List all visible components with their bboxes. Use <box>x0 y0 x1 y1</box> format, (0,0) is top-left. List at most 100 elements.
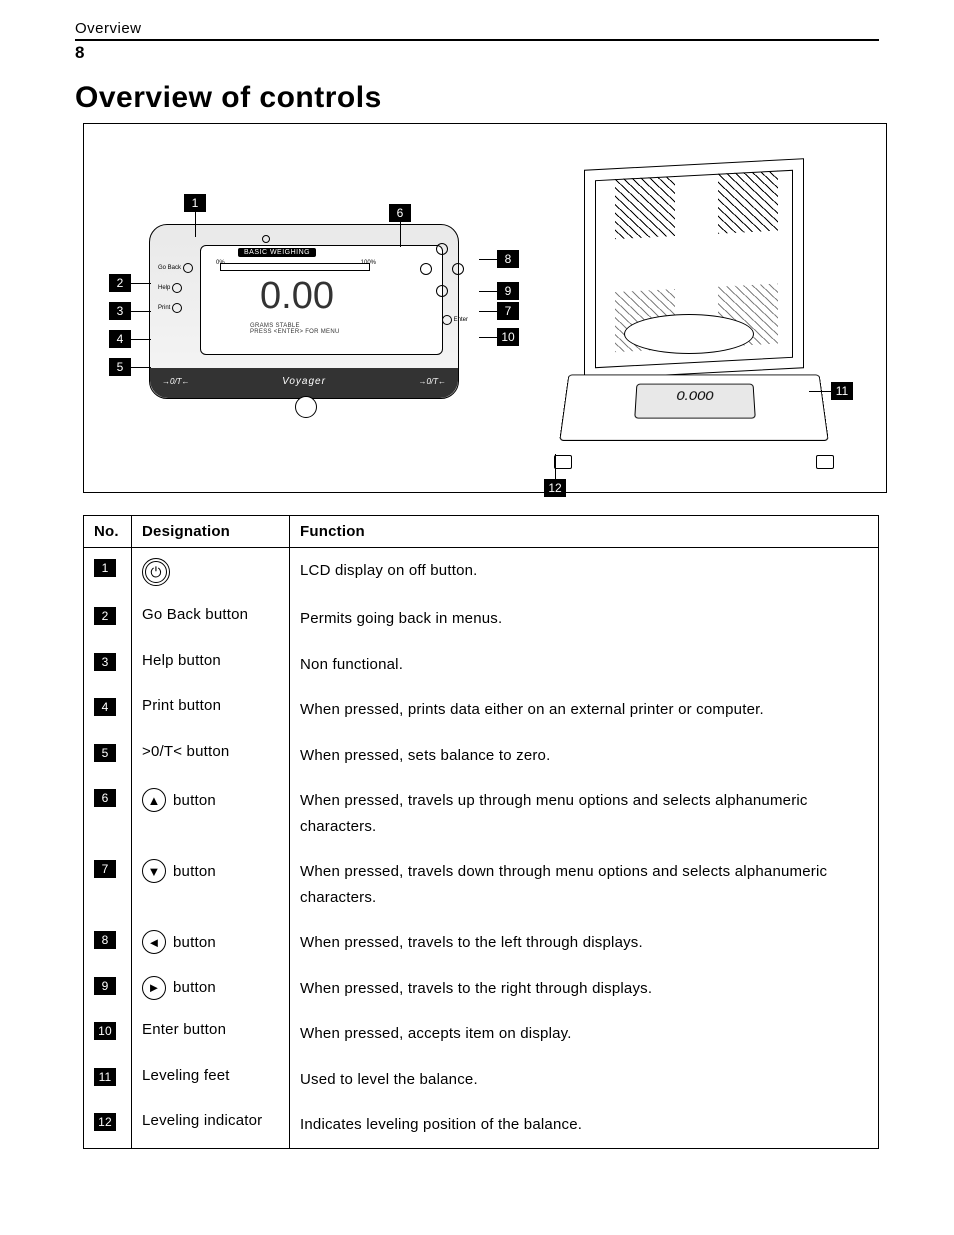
row-no-cell: 9 <box>84 966 132 1012</box>
table-row: 2 Go Back buttonPermits going back in me… <box>84 596 879 642</box>
leader-line <box>131 367 151 368</box>
callout-badge: 7 <box>497 302 519 320</box>
table-header-row: No. Designation Function <box>84 516 879 548</box>
table-row: 1⏻ LCD display on off button. <box>84 548 879 597</box>
row-no-cell: 11 <box>84 1057 132 1103</box>
row-no-cell: 1 <box>84 548 132 597</box>
up-arrow-icon <box>436 243 448 255</box>
leader-line <box>479 259 497 260</box>
nav-cluster <box>420 243 464 313</box>
callout-5: 5 <box>109 358 151 376</box>
tare-left-label: →0/T← <box>162 377 190 386</box>
callout-10: 10 <box>479 328 519 346</box>
callout-badge: 3 <box>109 302 131 320</box>
callout-4: 4 <box>109 330 151 348</box>
print-text: Print <box>158 305 170 311</box>
power-button-icon <box>262 235 270 243</box>
callout-badge: 2 <box>109 274 131 292</box>
col-header-designation: Designation <box>132 516 290 548</box>
brand-label: Voyager <box>282 376 326 387</box>
leader-line <box>479 311 497 312</box>
row-designation-cell: ⏻ <box>132 548 290 597</box>
table-row: 9► buttonWhen pressed, travels to the ri… <box>84 966 879 1012</box>
row-no-badge: 8 <box>94 931 116 949</box>
row-no-badge: 2 <box>94 607 116 625</box>
panel-footer: →0/T← Voyager →0/T← <box>150 368 458 398</box>
callout-badge: 5 <box>109 358 131 376</box>
row-no-cell: 6 <box>84 778 132 849</box>
row-function-cell: When pressed, sets balance to zero. <box>290 733 879 779</box>
designation-text: button <box>173 863 216 880</box>
power-icon: ⏻ <box>142 558 170 586</box>
controls-diagram: 0.000 BASIC WEIGHING 0% 100% 0.00 GRAMS … <box>83 123 887 493</box>
designation-text: Print button <box>142 697 221 714</box>
help-icon <box>172 283 182 293</box>
row-designation-cell: Leveling feet <box>132 1057 290 1103</box>
left-arrow-icon: ◄ <box>142 930 166 954</box>
panel-sub-line2: PRESS <ENTER> FOR MENU <box>250 329 340 335</box>
right-arrow-icon: ► <box>142 976 166 1000</box>
designation-text: button <box>173 934 216 951</box>
go-back-text: Go Back <box>158 265 181 271</box>
panel-reading: 0.00 <box>260 275 334 318</box>
row-no-cell: 7 <box>84 849 132 920</box>
help-button-label: Help <box>158 283 194 293</box>
callout-8: 8 <box>479 250 519 268</box>
balance-base: 0.000 <box>559 375 828 441</box>
row-no-cell: 3 <box>84 642 132 688</box>
table-row: 10 Enter buttonWhen pressed, accepts ite… <box>84 1011 879 1057</box>
designation-text: Enter button <box>142 1021 226 1038</box>
leader-line <box>131 283 151 284</box>
leader-line <box>479 291 497 292</box>
panel-screen-title: BASIC WEIGHING <box>238 248 316 257</box>
row-designation-cell: ▲ button <box>132 778 290 849</box>
enter-button-label: Enter <box>442 315 468 325</box>
callout-2: 2 <box>109 274 151 292</box>
row-no-cell: 2 <box>84 596 132 642</box>
up-arrow-icon: ▲ <box>142 788 166 812</box>
callout-badge: 4 <box>109 330 131 348</box>
row-function-cell: When pressed, prints data either on an e… <box>290 687 879 733</box>
section-header: Overview <box>75 20 879 37</box>
balance-unit-illustration: 0.000 <box>564 164 824 469</box>
table-row: 8◄ buttonWhen pressed, travels to the le… <box>84 920 879 966</box>
designation-text: >0/T< button <box>142 743 229 760</box>
callout-9: 9 <box>479 282 519 300</box>
row-no-cell: 10 <box>84 1011 132 1057</box>
col-header-no: No. <box>84 516 132 548</box>
panel-progress-bar <box>220 263 370 271</box>
leader-line <box>479 337 497 338</box>
table-row: 5 >0/T< button When pressed, sets balance… <box>84 733 879 779</box>
designation-text: button <box>173 979 216 996</box>
row-function-cell: When pressed, travels up through menu op… <box>290 778 879 849</box>
table-row: 6▲ buttonWhen pressed, travels up throug… <box>84 778 879 849</box>
row-designation-cell: Print button <box>132 687 290 733</box>
print-icon <box>172 303 182 313</box>
left-arrow-icon <box>420 263 432 275</box>
table-row: 11 Leveling feetUsed to level the balanc… <box>84 1057 879 1103</box>
callout-11: 11 <box>809 382 853 400</box>
col-header-function: Function <box>290 516 879 548</box>
row-no-cell: 8 <box>84 920 132 966</box>
callout-badge: 8 <box>497 250 519 268</box>
row-function-cell: Used to level the balance. <box>290 1057 879 1103</box>
callout-badge: 1 <box>184 194 206 212</box>
leader-line <box>400 222 401 247</box>
row-no-cell: 4 <box>84 687 132 733</box>
controls-table: No. Designation Function 1⏻ LCD display … <box>83 515 879 1149</box>
designation-text: Leveling indicator <box>142 1112 262 1129</box>
row-function-cell: Indicates leveling position of the balan… <box>290 1102 879 1148</box>
callout-badge: 11 <box>831 382 853 400</box>
glass-hatch-icon <box>718 171 778 234</box>
callout-badge: 12 <box>544 479 566 497</box>
row-no-badge: 12 <box>94 1113 116 1131</box>
right-arrow-icon <box>452 263 464 275</box>
row-no-cell: 12 <box>84 1102 132 1148</box>
go-back-icon <box>183 263 193 273</box>
row-no-cell: 5 <box>84 733 132 779</box>
designation-text: Help button <box>142 652 221 669</box>
section-label: Overview <box>75 20 142 37</box>
row-no-badge: 9 <box>94 977 116 995</box>
table-row: 3 Help buttonNon functional. <box>84 642 879 688</box>
panel-subtext: GRAMS STABLE PRESS <ENTER> FOR MENU <box>250 323 340 335</box>
